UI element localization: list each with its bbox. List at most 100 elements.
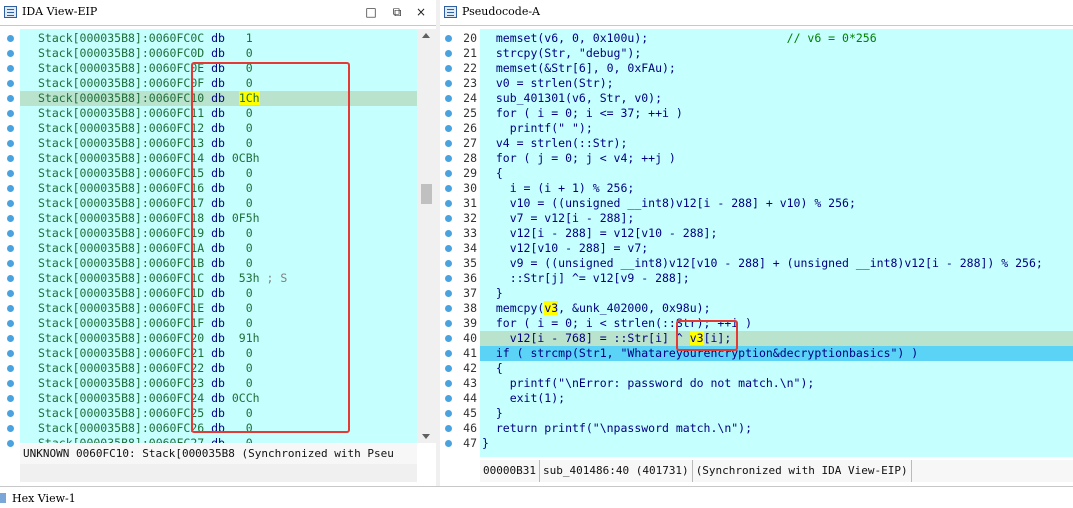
breakpoint-dot-icon[interactable] xyxy=(445,410,452,417)
breakpoint-dot-icon[interactable] xyxy=(445,215,452,222)
pseudocode-line[interactable]: printf(" "); xyxy=(480,121,1073,136)
pseudocode-line[interactable]: memset(&Str[6], 0, 0xFAu); xyxy=(480,61,1073,76)
breakpoint-dot-icon[interactable] xyxy=(445,305,452,312)
pseudocode-line[interactable]: return printf("\npassword match.\n"); xyxy=(480,421,1073,436)
breakpoint-dot-icon[interactable] xyxy=(445,170,452,177)
breakpoint-dot-icon[interactable] xyxy=(7,365,14,372)
breakpoint-dot-icon[interactable] xyxy=(7,200,14,207)
hex-view-tab[interactable]: Hex View-1 xyxy=(0,486,1073,508)
breakpoint-dot-icon[interactable] xyxy=(7,185,14,192)
breakpoint-dot-icon[interactable] xyxy=(7,440,14,447)
breakpoint-dot-icon[interactable] xyxy=(7,155,14,162)
breakpoint-dot-icon[interactable] xyxy=(445,230,452,237)
pseudocode-line[interactable]: v9 = ((unsigned __int8)v12[v10 - 288] + … xyxy=(480,256,1073,271)
stack-row[interactable]: Stack[000035B8]:0060FC27 db 0 xyxy=(20,436,417,443)
pseudocode-line[interactable]: exit(1); xyxy=(480,391,1073,406)
ida-view-titlebar[interactable]: IDA View-EIP □ ⧉ × xyxy=(0,0,436,26)
pseudocode-line[interactable]: v10 = ((unsigned __int8)v12[i - 288] + v… xyxy=(480,196,1073,211)
scroll-up-icon[interactable] xyxy=(422,33,430,38)
pseudocode-line[interactable]: memcpy(v3, &unk_402000, 0x98u); xyxy=(480,301,1073,316)
breakpoint-dot-icon[interactable] xyxy=(445,125,452,132)
breakpoint-dot-icon[interactable] xyxy=(445,425,452,432)
breakpoint-dot-icon[interactable] xyxy=(7,65,14,72)
stack-row[interactable]: Stack[000035B8]:0060FC0D db 0 xyxy=(20,46,417,61)
breakpoint-dot-icon[interactable] xyxy=(7,275,14,282)
restore-icon[interactable]: ⧉ xyxy=(389,4,405,20)
breakpoint-dot-icon[interactable] xyxy=(445,440,452,447)
breakpoint-dot-icon[interactable] xyxy=(7,335,14,342)
breakpoint-dot-icon[interactable] xyxy=(445,335,452,342)
breakpoint-dot-icon[interactable] xyxy=(445,365,452,372)
breakpoint-dot-icon[interactable] xyxy=(445,80,452,87)
breakpoint-dot-icon[interactable] xyxy=(7,305,14,312)
horizontal-scrollbar[interactable] xyxy=(20,464,417,482)
pseudocode-line[interactable]: for ( j = 0; j < v4; ++j ) xyxy=(480,151,1073,166)
breakpoint-dot-icon[interactable] xyxy=(7,260,14,267)
breakpoint-dot-icon[interactable] xyxy=(445,395,452,402)
breakpoint-dot-icon[interactable] xyxy=(7,80,14,87)
pseudocode-line[interactable]: i = (i + 1) % 256; xyxy=(480,181,1073,196)
breakpoint-dot-icon[interactable] xyxy=(7,395,14,402)
breakpoint-dot-icon[interactable] xyxy=(445,65,452,72)
pseudocode-line[interactable]: v7 = v12[i - 288]; xyxy=(480,211,1073,226)
breakpoint-dot-icon[interactable] xyxy=(445,260,452,267)
breakpoint-dot-icon[interactable] xyxy=(7,380,14,387)
breakpoint-dot-icon[interactable] xyxy=(445,290,452,297)
breakpoint-dot-icon[interactable] xyxy=(445,200,452,207)
pseudocode-line[interactable]: if ( strcmp(Str1, "Whatareyourencryption… xyxy=(480,346,1073,361)
breakpoint-dot-icon[interactable] xyxy=(445,35,452,42)
breakpoint-dot-icon[interactable] xyxy=(7,245,14,252)
breakpoint-dot-icon[interactable] xyxy=(7,230,14,237)
breakpoint-dot-icon[interactable] xyxy=(7,95,14,102)
breakpoint-dot-icon[interactable] xyxy=(7,425,14,432)
breakpoint-dot-icon[interactable] xyxy=(445,185,452,192)
breakpoint-dot-icon[interactable] xyxy=(445,350,452,357)
breakpoint-dot-icon[interactable] xyxy=(7,35,14,42)
pseudocode-line[interactable]: sub_401301(v6, Str, v0); xyxy=(480,91,1073,106)
pseudocode-line[interactable]: v0 = strlen(Str); xyxy=(480,76,1073,91)
pseudocode-line[interactable]: for ( i = 0; i < strlen(::Str); ++i ) xyxy=(480,316,1073,331)
pseudocode-line[interactable]: ::Str[j] ^= v12[v9 - 288]; xyxy=(480,271,1073,286)
breakpoint-dot-icon[interactable] xyxy=(445,245,452,252)
close-icon[interactable]: × xyxy=(413,4,429,20)
minimize-icon[interactable]: □ xyxy=(363,4,379,20)
breakpoint-dot-icon[interactable] xyxy=(7,215,14,222)
breakpoint-dot-icon[interactable] xyxy=(445,380,452,387)
breakpoint-dot-icon[interactable] xyxy=(7,125,14,132)
pseudocode-line[interactable]: { xyxy=(480,166,1073,181)
breakpoint-dot-icon[interactable] xyxy=(7,320,14,327)
breakpoint-dot-icon[interactable] xyxy=(445,140,452,147)
pseudocode-line[interactable]: } xyxy=(480,406,1073,421)
pseudocode-line[interactable]: v12[i - 768] = ::Str[i] ^ v3[i]; xyxy=(480,331,1073,346)
scroll-thumb[interactable] xyxy=(421,184,432,204)
breakpoint-dot-icon[interactable] xyxy=(7,50,14,57)
breakpoint-dot-icon[interactable] xyxy=(445,110,452,117)
breakpoint-dot-icon[interactable] xyxy=(7,140,14,147)
pseudocode-line[interactable]: } xyxy=(480,436,1073,451)
pseudocode-titlebar[interactable]: Pseudocode-A xyxy=(440,0,1073,26)
pseudocode-line[interactable]: printf("\nError: password do not match.\… xyxy=(480,376,1073,391)
pseudocode-line[interactable]: } xyxy=(480,286,1073,301)
pseudocode-listing[interactable]: memset(v6, 0, 0x100u); // v6 = 0*256 str… xyxy=(480,29,1073,457)
pseudocode-line[interactable]: v12[i - 288] = v12[v10 - 288]; xyxy=(480,226,1073,241)
breakpoint-dot-icon[interactable] xyxy=(7,170,14,177)
pseudocode-line[interactable]: for ( i = 0; i <= 37; ++i ) xyxy=(480,106,1073,121)
stack-row[interactable]: Stack[000035B8]:0060FC0C db 1 xyxy=(20,31,417,46)
scroll-down-icon[interactable] xyxy=(422,434,430,439)
vertical-scrollbar[interactable] xyxy=(417,29,436,443)
breakpoint-dot-icon[interactable] xyxy=(7,410,14,417)
breakpoint-dot-icon[interactable] xyxy=(445,320,452,327)
breakpoint-dot-icon[interactable] xyxy=(7,110,14,117)
breakpoint-dot-icon[interactable] xyxy=(445,50,452,57)
breakpoint-dot-icon[interactable] xyxy=(445,275,452,282)
breakpoint-dot-icon[interactable] xyxy=(445,95,452,102)
breakpoint-dot-icon[interactable] xyxy=(445,155,452,162)
breakpoint-dot-icon[interactable] xyxy=(7,350,14,357)
pseudocode-line[interactable]: strcpy(Str, "debug"); xyxy=(480,46,1073,61)
pseudocode-line[interactable]: memset(v6, 0, 0x100u); // v6 = 0*256 xyxy=(480,31,1073,46)
line-number: 34 xyxy=(463,241,477,255)
pseudocode-line[interactable]: v12[v10 - 288] = v7; xyxy=(480,241,1073,256)
pseudocode-line[interactable]: { xyxy=(480,361,1073,376)
pseudocode-line[interactable]: v4 = strlen(::Str); xyxy=(480,136,1073,151)
breakpoint-dot-icon[interactable] xyxy=(7,290,14,297)
